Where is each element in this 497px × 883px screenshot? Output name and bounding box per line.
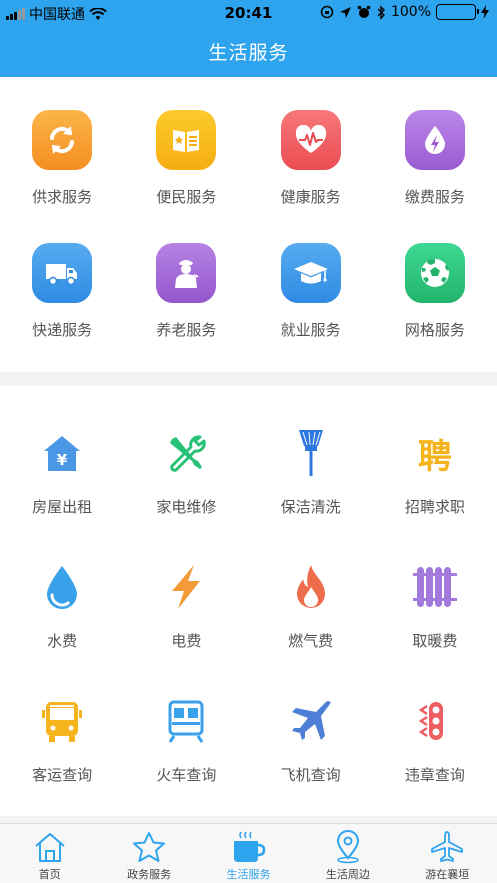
water-drop-bolt-icon (404, 110, 465, 170)
service-label: 保洁清洗 (280, 498, 341, 516)
airplane-icon (429, 829, 465, 865)
service-bus-query[interactable]: 客运查询 (0, 696, 124, 804)
service-label: 供求服务 (32, 188, 93, 206)
tab-life-services[interactable]: 生活服务 (199, 824, 298, 883)
service-appliance-repair[interactable]: 家电维修 (124, 428, 248, 536)
heartbeat-icon (280, 110, 341, 170)
tab-label: 政务服务 (127, 868, 172, 881)
flame-icon (286, 562, 336, 612)
service-employment[interactable]: 就业服务 (249, 243, 373, 348)
service-gas-bill[interactable]: 燃气费 (249, 562, 373, 670)
broom-icon (286, 428, 336, 478)
graduation-cap-icon (280, 243, 341, 303)
service-cleaning[interactable]: 保洁清洗 (249, 428, 373, 536)
service-category-panel: 供求服务 便民服务 健康服务 缴费服务 快递服务 养老服务 就业服务 网格服务 (0, 77, 497, 372)
service-label: 房屋出租 (32, 498, 93, 516)
service-electricity-bill[interactable]: 电费 (124, 562, 248, 670)
lock-rotation-icon (320, 5, 334, 19)
service-grid[interactable]: 网格服务 (373, 243, 497, 348)
service-label: 健康服务 (280, 188, 341, 206)
life-service-panel: ¥ 房屋出租 家电维修 保洁清洗 聘 招聘求职 水费 电费 燃气费 取暖费 客运… (0, 386, 497, 816)
truck-icon (32, 243, 93, 303)
service-label: 快递服务 (32, 321, 93, 339)
alarm-icon (357, 5, 371, 18)
tab-government-services[interactable]: 政务服务 (99, 824, 198, 883)
service-label: 水费 (47, 632, 78, 650)
service-label: 养老服务 (156, 321, 217, 339)
tab-label: 首页 (38, 868, 61, 881)
service-label: 缴费服务 (404, 188, 465, 206)
service-label: 飞机查询 (280, 766, 341, 784)
radiator-icon (410, 562, 460, 612)
service-train-query[interactable]: 火车查询 (124, 696, 248, 804)
battery-percent: 100% (390, 4, 431, 20)
service-supply-demand[interactable]: 供求服务 (0, 110, 124, 215)
service-recruitment[interactable]: 聘 招聘求职 (373, 428, 497, 536)
house-yen-icon: ¥ (37, 428, 87, 478)
coffee-cup-icon (230, 829, 266, 865)
battery-icon (436, 4, 479, 20)
tab-label: 游在襄垣 (425, 868, 470, 881)
tab-travel-xiangyuan[interactable]: 游在襄垣 (398, 824, 497, 883)
service-label: 网格服务 (404, 321, 465, 339)
service-label: 便民服务 (156, 188, 217, 206)
service-label: 火车查询 (156, 766, 217, 784)
service-label: 电费 (171, 632, 202, 650)
location-arrow-icon (339, 6, 351, 18)
service-heating-bill[interactable]: 取暖费 (373, 562, 497, 670)
tab-label: 生活服务 (226, 868, 271, 881)
service-label: 取暖费 (412, 632, 458, 650)
service-label: 违章查询 (404, 766, 465, 784)
service-label: 燃气费 (288, 632, 334, 650)
charging-bolt-icon (481, 5, 489, 19)
soccer-ball-icon (404, 243, 465, 303)
service-health[interactable]: 健康服务 (249, 110, 373, 215)
water-drop-icon (37, 562, 87, 612)
service-express[interactable]: 快递服务 (0, 243, 124, 348)
tab-label: 生活周边 (325, 868, 370, 881)
service-violation-query[interactable]: 违章查询 (373, 696, 497, 804)
service-label: 招聘求职 (404, 498, 465, 516)
train-icon (161, 696, 211, 746)
svg-text:¥: ¥ (57, 451, 68, 469)
top-bar: 中国联通 20:41 100% 生活服务 (0, 0, 497, 77)
airplane-icon (286, 696, 336, 746)
tab-nearby[interactable]: 生活周边 (298, 824, 397, 883)
service-flight-query[interactable]: 飞机查询 (249, 696, 373, 804)
service-elderly-care[interactable]: 养老服务 (124, 243, 248, 348)
service-label: 家电维修 (156, 498, 217, 516)
home-icon (32, 829, 68, 865)
star-icon (131, 829, 167, 865)
service-label: 就业服务 (280, 321, 341, 339)
bus-icon (37, 696, 87, 746)
traffic-light-icon (410, 696, 460, 746)
refresh-arrows-icon (32, 110, 93, 170)
wrench-screwdriver-icon (161, 428, 211, 478)
service-convenience[interactable]: 便民服务 (124, 110, 248, 215)
service-water-bill[interactable]: 水费 (0, 562, 124, 670)
bottom-tab-bar: 首页 政务服务 生活服务 生活周边 游在襄垣 (0, 823, 497, 883)
location-pin-icon (330, 829, 366, 865)
page-title: 生活服务 (208, 42, 289, 64)
status-bar: 中国联通 20:41 100% (0, 0, 497, 26)
recruit-glyph: 聘 (417, 436, 452, 477)
tab-home[interactable]: 首页 (0, 824, 99, 883)
service-payment[interactable]: 缴费服务 (373, 110, 497, 215)
lightning-bolt-icon (161, 562, 211, 612)
service-label: 客运查询 (32, 766, 93, 784)
service-house-rental[interactable]: ¥ 房屋出租 (0, 428, 124, 536)
recruit-character-icon: 聘 (410, 428, 460, 478)
elderly-person-icon (156, 243, 217, 303)
bluetooth-icon (377, 4, 385, 20)
book-star-icon (156, 110, 217, 170)
